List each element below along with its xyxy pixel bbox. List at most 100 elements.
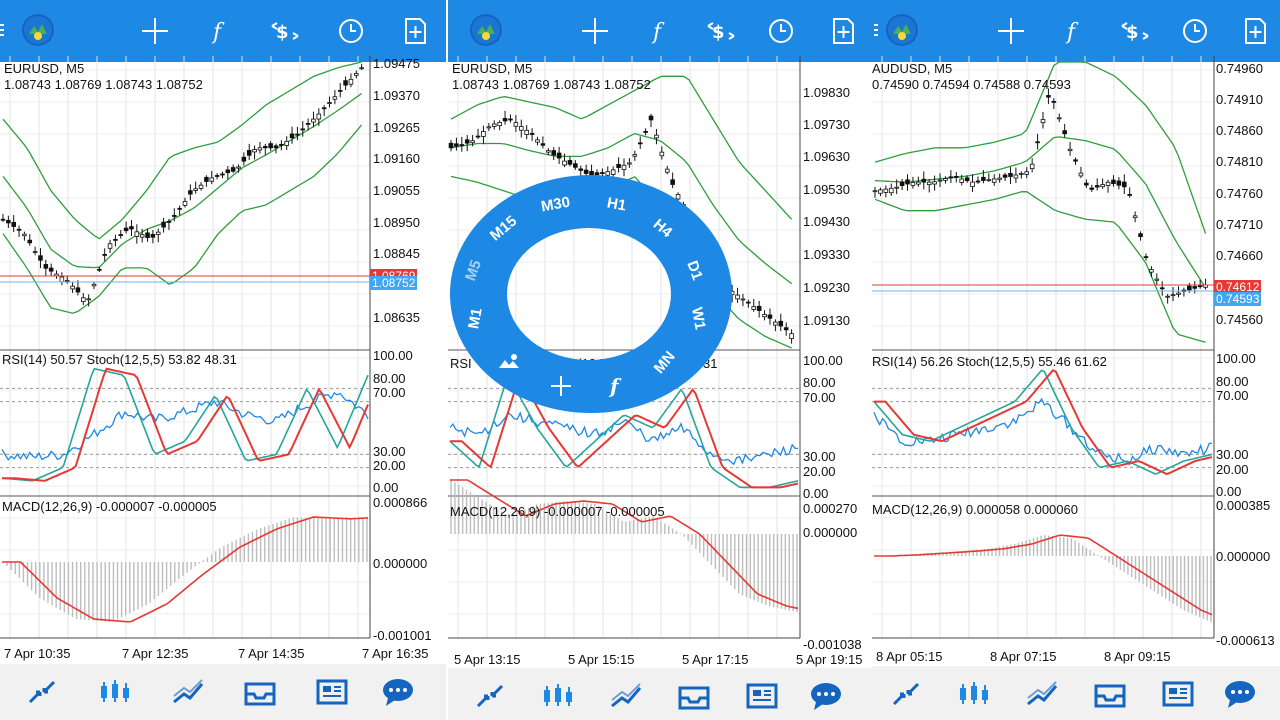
price-label: 0.74910 — [1216, 92, 1263, 107]
news-icon[interactable] — [742, 676, 782, 716]
candle-body — [888, 187, 894, 194]
candle-body — [182, 200, 188, 206]
history-icon[interactable] — [1090, 674, 1130, 714]
clock-icon[interactable] — [1178, 14, 1212, 48]
chat-icon[interactable] — [378, 672, 418, 712]
time-label: 5 Apr 17:15 — [682, 652, 749, 667]
quotes-icon[interactable] — [886, 674, 926, 714]
candle-body — [300, 128, 306, 131]
quotes-icon[interactable] — [22, 672, 62, 712]
news-icon[interactable] — [1158, 674, 1198, 714]
candle-body — [1132, 215, 1138, 219]
new-order-icon[interactable] — [1238, 14, 1272, 48]
price-label: 1.09475 — [373, 56, 420, 71]
osc-level-label: 100.00 — [803, 353, 843, 368]
clock-icon[interactable] — [334, 14, 368, 48]
crosshair-icon[interactable] — [138, 14, 172, 48]
candle-body — [878, 189, 883, 194]
crosshair-icon[interactable] — [578, 14, 612, 48]
candle-body — [27, 239, 33, 244]
app-logo-icon[interactable] — [886, 14, 918, 46]
quotes-icon[interactable] — [470, 676, 510, 716]
candle-body — [75, 287, 81, 293]
candle-body — [273, 145, 279, 149]
candle-body — [932, 181, 937, 185]
trade-icon[interactable] — [1022, 674, 1062, 714]
timeframe-m1[interactable]: M1 — [465, 307, 485, 330]
candle-body — [118, 234, 124, 236]
new-order-icon[interactable] — [826, 14, 860, 48]
bottom-nav — [872, 666, 1280, 720]
function-icon[interactable]: f — [1056, 14, 1090, 48]
ask-price-tag: 0.74593 — [1214, 292, 1262, 306]
function-tool-icon[interactable]: f — [610, 374, 619, 398]
currency-icon[interactable]: $ — [1118, 14, 1152, 48]
news-icon[interactable] — [312, 672, 352, 712]
clock-icon[interactable] — [764, 14, 798, 48]
candle-body — [616, 163, 621, 168]
macd-level-label: 0.000000 — [803, 525, 858, 540]
chart-icon[interactable] — [538, 676, 578, 716]
chart-icon[interactable] — [954, 674, 994, 714]
candle-body — [332, 96, 338, 100]
function-icon[interactable]: f — [642, 14, 676, 48]
candle-body — [1121, 181, 1127, 188]
osc-level-label: 0.00 — [803, 486, 829, 501]
chart-panel-1[interactable]: f $ EURUSD, M5 1.08743 1.08769 1.08743 1… — [0, 0, 446, 720]
candle-body — [129, 226, 134, 230]
trade-icon[interactable] — [606, 676, 646, 716]
currency-icon[interactable]: $ — [704, 14, 738, 48]
trade-icon[interactable] — [168, 672, 208, 712]
chart-icon[interactable] — [95, 672, 135, 712]
candle-body — [981, 176, 986, 181]
menu-icon[interactable] — [0, 24, 6, 38]
candle-body — [1024, 171, 1030, 175]
candle-body — [970, 181, 975, 188]
candle-body — [643, 131, 648, 133]
app-logo-icon[interactable] — [22, 14, 54, 46]
time-label: 8 Apr 09:15 — [1104, 649, 1171, 664]
candle-body — [991, 178, 997, 183]
chat-icon[interactable] — [806, 676, 846, 716]
currency-icon[interactable]: $ — [268, 14, 302, 48]
crosshair-icon[interactable] — [994, 14, 1028, 48]
candle-body — [150, 233, 156, 238]
timeframe-ring-menu[interactable]: M1 M5 M15 M30 H1 H4 D1 W1 MN f — [447, 172, 734, 416]
bottom-nav — [448, 668, 872, 720]
candle-body — [1078, 172, 1084, 177]
chart-panel-3[interactable]: f $ AUDUSD, M5 0.74590 0.74594 0.74588 0… — [872, 0, 1280, 720]
history-icon[interactable] — [240, 672, 280, 712]
candle-body — [263, 145, 268, 149]
app-logo-icon[interactable] — [470, 14, 502, 46]
history-icon[interactable] — [674, 676, 714, 716]
candle-body — [1138, 233, 1143, 238]
macd-level-label: -0.001001 — [373, 628, 432, 643]
candle-body — [767, 314, 773, 319]
macd-title: MACD(12,26,9) -0.000007 -0.000005 — [450, 504, 665, 519]
macd-level-label: 0.000385 — [1216, 498, 1271, 513]
function-icon[interactable]: f — [202, 14, 236, 48]
price-label: 0.74660 — [1216, 248, 1263, 263]
time-label: 7 Apr 10:35 — [4, 646, 71, 661]
osc-level-label: 80.00 — [373, 371, 406, 386]
candle-body — [573, 163, 578, 168]
candle-body — [155, 231, 161, 235]
candle-body — [70, 285, 75, 290]
time-label: 8 Apr 05:15 — [876, 649, 943, 664]
menu-icon[interactable] — [874, 24, 880, 38]
candle-body — [783, 327, 789, 331]
crosshair-tool-icon[interactable] — [549, 374, 573, 398]
timeframe-w1[interactable]: W1 — [688, 306, 709, 331]
price-label: 1.09330 — [803, 247, 850, 262]
candle-body — [1067, 148, 1073, 152]
osc-level-label: 0.00 — [373, 480, 399, 495]
candle-body — [1100, 184, 1105, 188]
chat-icon[interactable] — [1220, 674, 1260, 714]
timeframe-h1[interactable]: H1 — [606, 194, 628, 214]
candle-body — [11, 221, 16, 227]
candle-body — [578, 168, 584, 171]
candle-body — [751, 306, 757, 310]
new-order-icon[interactable] — [398, 14, 432, 48]
image-tool-icon[interactable] — [497, 352, 521, 372]
svg-text:f: f — [211, 20, 225, 45]
